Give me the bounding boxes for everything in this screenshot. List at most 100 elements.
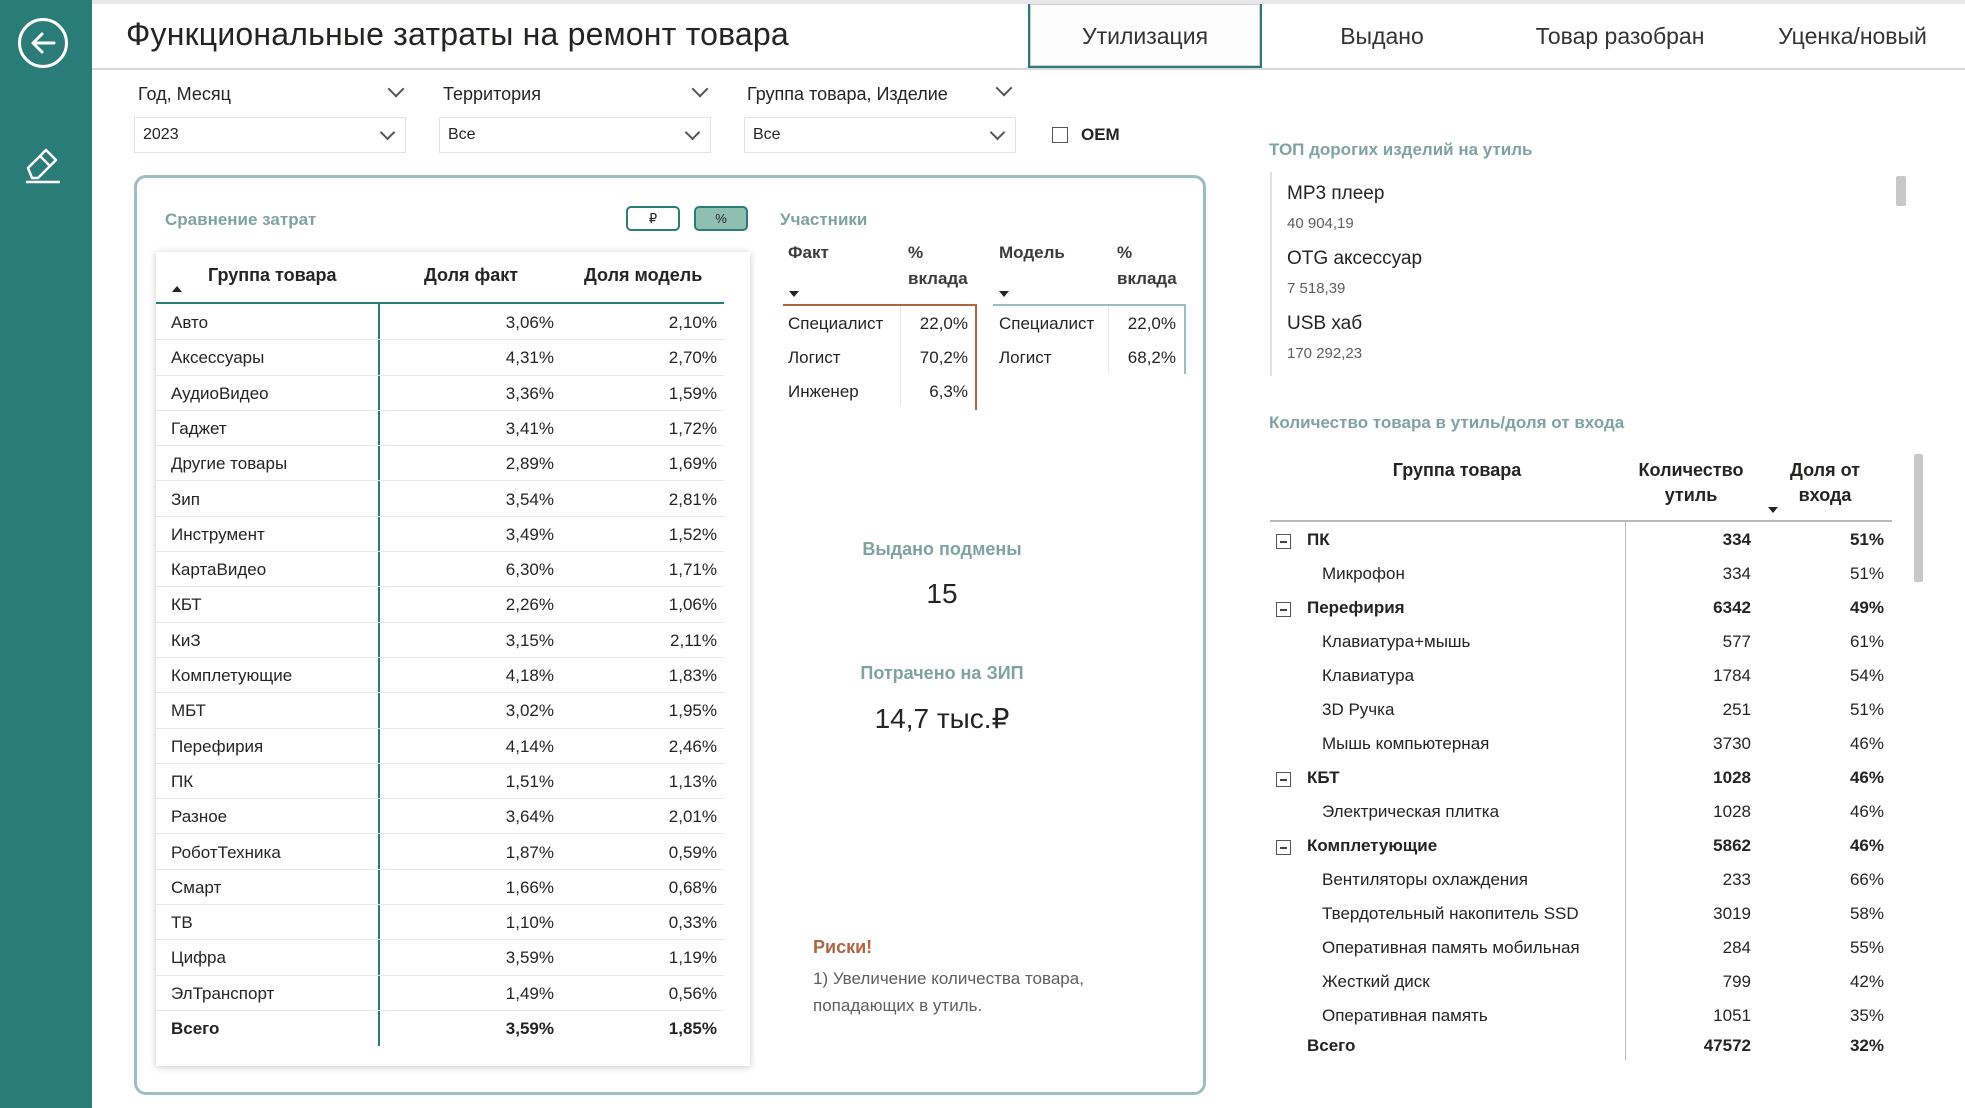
qty-cell: 1051 (1713, 1006, 1751, 1025)
fact-share-cell: 2,26% (505, 595, 554, 615)
collapse-icon[interactable] (1276, 602, 1291, 617)
util-item-row[interactable]: Жесткий диск 799 42% (1270, 966, 1894, 1000)
table-row[interactable]: ТВ 1,10% 0,33% (156, 905, 750, 941)
top-item-name[interactable]: OTG аксессуар (1287, 248, 1422, 270)
model-role-cell[interactable]: Логист (999, 348, 1052, 368)
product-group-dropdown[interactable]: Все (744, 117, 1016, 153)
util-item-row[interactable]: Оперативная память 1051 35% (1270, 1000, 1894, 1034)
table-row[interactable]: КиЗ 3,15% 2,11% (156, 623, 750, 658)
qty-cell: 1028 (1713, 768, 1751, 787)
model-share-cell: 2,01% (668, 807, 717, 827)
sort-desc-icon[interactable] (998, 290, 1010, 298)
percent-toggle-button[interactable]: % (694, 206, 748, 231)
share-cell: 55% (1849, 938, 1884, 957)
table-row[interactable]: Гаджет 3,41% 1,72% (156, 411, 750, 447)
group-cell: Разное (171, 807, 228, 827)
back-button[interactable] (18, 18, 68, 68)
collapse-icon[interactable] (1276, 772, 1291, 787)
cost-comparison-title: Сравнение затрат (165, 210, 317, 229)
table-row[interactable]: ЭлТранспорт 1,49% 0,56% (156, 976, 750, 1011)
col-header-fact-share[interactable]: Доля факт (424, 265, 518, 286)
tab-disassembled[interactable]: Товар разобран (1502, 4, 1738, 68)
collapse-icon[interactable] (1276, 534, 1291, 549)
fact-pct-cell: 6,3% (929, 382, 968, 401)
table-row[interactable]: Аксессуары 4,31% 2,70% (156, 340, 750, 376)
util-item-row[interactable]: Клавиатура 1784 54% (1270, 660, 1894, 694)
fact-share-cell: 1,49% (505, 983, 554, 1003)
sort-desc-icon[interactable] (1767, 506, 1779, 514)
fact-share-cell: 3,06% (505, 313, 554, 332)
col-header-group[interactable]: Группа товара (208, 265, 336, 286)
year-month-dropdown[interactable]: 2023 (134, 117, 406, 153)
item-name: Клавиатура (1322, 666, 1415, 685)
tab-issued[interactable]: Выдано (1264, 4, 1500, 68)
model-role-cell[interactable]: Специалист (999, 314, 1094, 334)
tab-markdown-new[interactable]: Уценка/новый (1740, 4, 1965, 68)
sort-asc-icon[interactable] (171, 285, 183, 293)
table-row[interactable]: КартаВидео 6,30% 1,71% (156, 552, 750, 588)
fact-role-cell[interactable]: Специалист (788, 314, 883, 334)
util-col-share[interactable]: Доля от входа (1780, 458, 1870, 508)
chevron-down-icon[interactable] (995, 79, 1013, 97)
share-cell: 51% (1849, 530, 1884, 549)
table-row[interactable]: АудиоВидео 3,36% 1,59% (156, 376, 750, 411)
util-item-row[interactable]: Мышь компьютерная 3730 46% (1270, 728, 1894, 762)
fact-role-cell[interactable]: Инженер (788, 382, 859, 402)
util-group-row[interactable]: КБТ 1028 46% (1270, 762, 1894, 796)
util-group-row[interactable]: Перефирия 6342 49% (1270, 592, 1894, 626)
util-col-qty[interactable]: Количество утиль (1626, 458, 1756, 508)
util-item-row[interactable]: Клавиатура+мышь 577 61% (1270, 626, 1894, 660)
sort-desc-icon[interactable] (788, 290, 800, 298)
util-group-row[interactable]: Комплетующие 5862 46% (1270, 830, 1894, 864)
share-cell: 54% (1849, 666, 1884, 685)
total-label: Всего (1307, 1036, 1356, 1055)
chevron-down-icon[interactable] (691, 80, 709, 98)
util-item-row[interactable]: Оперативная память мобильная 284 55% (1270, 932, 1894, 966)
tab-utilization[interactable]: Утилизация (1028, 4, 1262, 68)
chevron-down-icon (379, 124, 396, 141)
table-row[interactable]: Комплетующие 4,18% 1,83% (156, 658, 750, 694)
model-col-header[interactable]: Модель (999, 240, 1065, 266)
table-row[interactable]: Разное 3,64% 2,01% (156, 799, 750, 835)
util-col-group[interactable]: Группа товара (1382, 458, 1532, 483)
share-cell: 61% (1849, 632, 1884, 651)
table-row[interactable]: Зип 3,54% 2,81% (156, 482, 750, 517)
util-group-row[interactable]: ПК 334 51% (1270, 524, 1894, 558)
oem-checkbox[interactable] (1052, 127, 1068, 143)
model-pct-header[interactable]: % вклада (1117, 240, 1177, 292)
qty-cell: 3730 (1713, 734, 1751, 753)
table-row[interactable]: ПК 1,51% 1,13% (156, 764, 750, 800)
top-list-scrollbar[interactable] (1896, 176, 1906, 206)
util-item-row[interactable]: Твердотельный накопитель SSD 3019 58% (1270, 898, 1894, 932)
collapse-icon[interactable] (1276, 840, 1291, 855)
fact-role-cell[interactable]: Логист (788, 348, 841, 368)
table-row[interactable]: Смарт 1,66% 0,68% (156, 870, 750, 906)
table-row[interactable]: Перефирия 4,14% 2,46% (156, 729, 750, 764)
model-share-cell: 0,68% (668, 877, 717, 897)
table-row[interactable]: Другие товары 2,89% 1,69% (156, 446, 750, 482)
top-item-name[interactable]: USB хаб (1287, 313, 1362, 335)
table-row[interactable]: Цифра 3,59% 1,19% (156, 940, 750, 976)
territory-dropdown[interactable]: Все (439, 117, 711, 153)
table-row[interactable]: Инструмент 3,49% 1,52% (156, 517, 750, 553)
group-cell: Инструмент (171, 524, 265, 544)
util-table-scrollbar[interactable] (1914, 454, 1923, 582)
table-row[interactable]: Авто 3,06% 2,10% (156, 305, 750, 341)
clear-filters-button[interactable] (20, 138, 68, 186)
sidebar (0, 0, 92, 1108)
total-label: Всего (171, 1019, 220, 1038)
rub-toggle-button[interactable]: ₽ (626, 206, 680, 231)
table-row[interactable]: КБТ 2,26% 1,06% (156, 587, 750, 623)
top-item-name[interactable]: MP3 плеер (1287, 183, 1384, 205)
table-row[interactable]: РоботТехника 1,87% 0,59% (156, 835, 750, 870)
util-item-row[interactable]: Микрофон 334 51% (1270, 558, 1894, 592)
fact-pct-header[interactable]: % вклада (908, 240, 968, 292)
util-item-row[interactable]: Электрическая плитка 1028 46% (1270, 796, 1894, 830)
util-item-row[interactable]: 3D Ручка 251 51% (1270, 694, 1894, 728)
util-item-row[interactable]: Вентиляторы охлаждения 233 66% (1270, 864, 1894, 898)
fact-pct-cell: 22,0% (919, 314, 968, 333)
col-header-model-share[interactable]: Доля модель (584, 265, 702, 286)
chevron-down-icon[interactable] (387, 80, 405, 98)
table-row[interactable]: МБТ 3,02% 1,95% (156, 693, 750, 729)
fact-col-header[interactable]: Факт (788, 240, 829, 266)
